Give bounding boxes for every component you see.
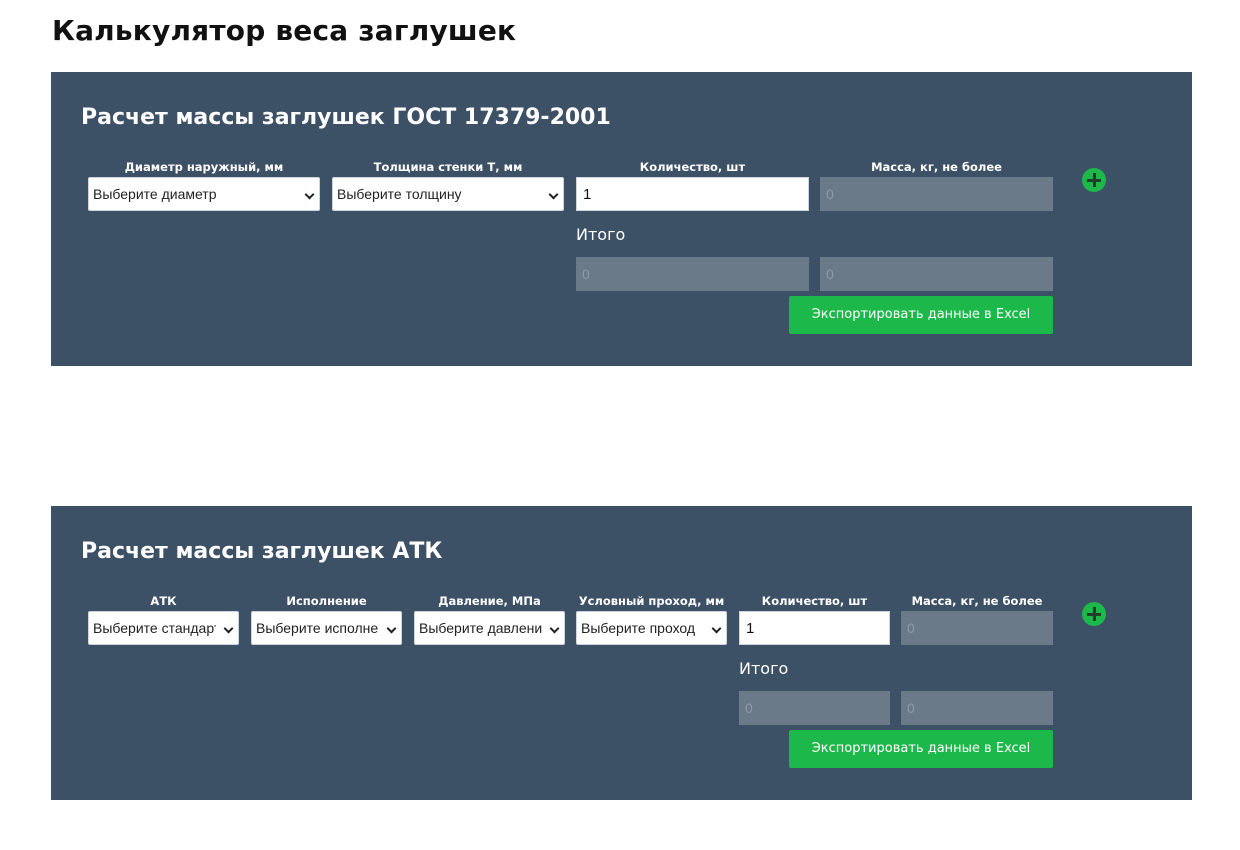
gost-calculator-panel: Расчет массы заглушек ГОСТ 17379-2001 Ди… [51, 72, 1192, 366]
atk-standard-select-value: Выберите стандарт [93, 620, 221, 636]
atk-total-mass-field: 0 [901, 691, 1053, 725]
gost-panel-title: Расчет массы заглушек ГОСТ 17379-2001 [81, 105, 611, 130]
atk-standard-label: АТК [150, 594, 177, 608]
atk-mass-label: Масса, кг, не более [911, 594, 1043, 608]
atk-pressure-label: Давление, МПа [438, 594, 541, 608]
gost-itogo-label: Итого [576, 225, 626, 244]
gost-thickness-label: Толщина стенки Т, мм [373, 160, 523, 174]
gost-quantity-label: Количество, шт [639, 160, 746, 174]
gost-mass-field: 0 [820, 177, 1053, 211]
atk-execution-select[interactable]: Выберите исполнение [251, 611, 402, 645]
atk-standard-select[interactable]: Выберите стандарт [88, 611, 239, 645]
gost-thickness-select[interactable]: Выберите толщину [332, 177, 564, 211]
atk-add-row-button[interactable] [1082, 602, 1106, 626]
atk-panel-title: Расчет массы заглушек АТК [81, 539, 443, 564]
atk-quantity-label: Количество, шт [761, 594, 868, 608]
atk-execution-label: Исполнение [286, 594, 367, 608]
gost-diameter-label: Диаметр наружный, мм [124, 160, 284, 174]
atk-itogo-label: Итого [739, 659, 789, 678]
atk-passage-label: Условный проход, мм [578, 594, 725, 608]
gost-mass-label: Масса, кг, не более [871, 160, 1002, 174]
atk-pressure-select[interactable]: Выберите давление [414, 611, 565, 645]
atk-passage-select[interactable]: Выберите проход [576, 611, 727, 645]
gost-export-excel-button[interactable]: Экспортировать данные в Excel [789, 296, 1053, 334]
atk-mass-field: 0 [901, 611, 1053, 645]
atk-calculator-panel: Расчет массы заглушек АТК АТК Исполнение… [51, 506, 1192, 800]
gost-total-mass-field: 0 [820, 257, 1053, 291]
gost-add-row-button[interactable] [1082, 168, 1106, 192]
atk-total-quantity-field: 0 [739, 691, 890, 725]
gost-thickness-select-value: Выберите толщину [337, 186, 462, 202]
atk-quantity-input[interactable]: 1 [739, 611, 890, 645]
atk-export-excel-button[interactable]: Экспортировать данные в Excel [789, 730, 1053, 768]
gost-total-quantity-field: 0 [576, 257, 809, 291]
atk-passage-select-value: Выберите проход [581, 620, 696, 636]
page-title: Калькулятор веса заглушек [52, 14, 517, 47]
atk-pressure-select-value: Выберите давление [419, 620, 550, 636]
gost-quantity-input[interactable]: 1 [576, 177, 809, 211]
gost-diameter-select-value: Выберите диаметр [93, 186, 217, 202]
gost-diameter-select[interactable]: Выберите диаметр [88, 177, 320, 211]
